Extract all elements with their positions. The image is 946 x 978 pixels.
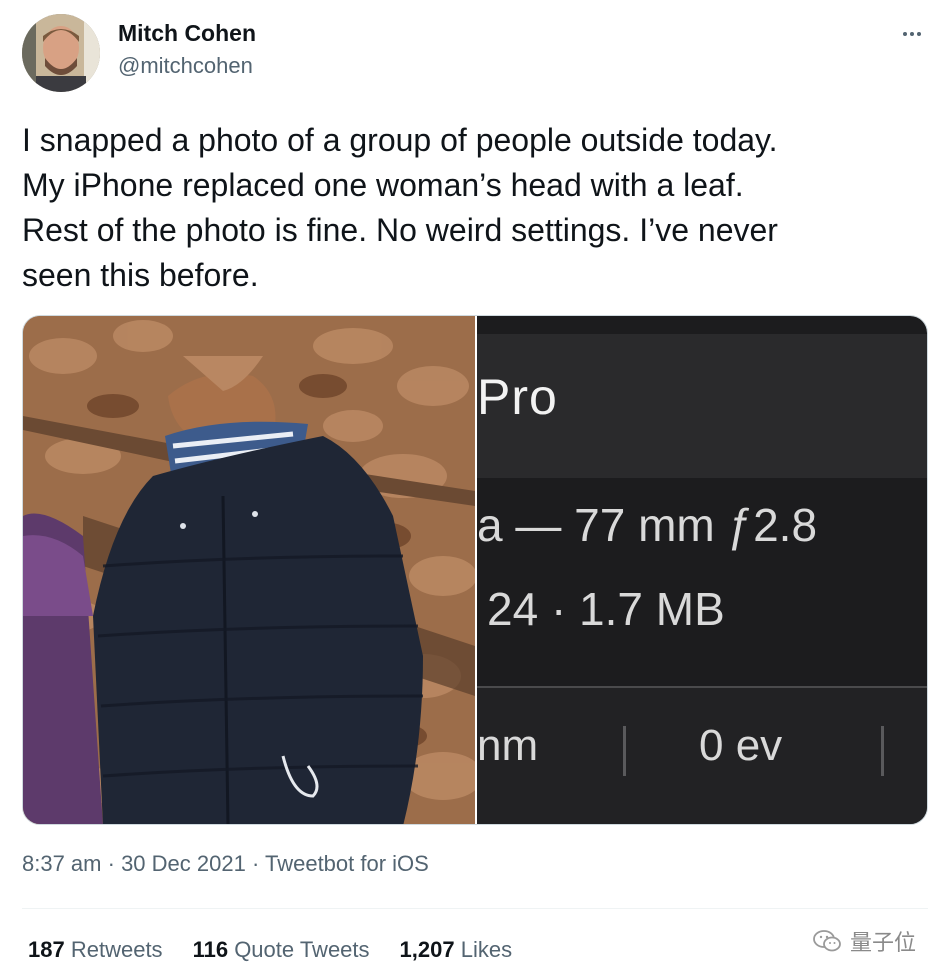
tweet-media[interactable]: Pro a — 77 mm ƒ2.8 24 · 1.7 MB nm 0 ev xyxy=(22,315,928,825)
tweet-text: I snapped a photo of a group of people o… xyxy=(22,122,778,293)
tweet-source-link[interactable]: Tweetbot for iOS xyxy=(265,851,429,876)
tweet-stats: 187 Retweets 116 Quote Tweets 1,207 Like… xyxy=(28,937,512,963)
info-cell-focal: nm xyxy=(477,721,539,770)
meta-separator: · xyxy=(101,851,122,876)
meta-separator: · xyxy=(245,851,265,876)
likes-count: 1,207 xyxy=(399,937,455,962)
info-title: Pro xyxy=(477,369,558,425)
watermark: 量子位 xyxy=(812,925,916,957)
divider xyxy=(22,908,928,909)
photo-people-outdoors[interactable] xyxy=(23,316,475,824)
tweet-date-link[interactable]: 30 Dec 2021 xyxy=(121,851,246,876)
avatar[interactable] xyxy=(22,14,100,92)
more-dot xyxy=(917,32,921,36)
quote-tweets-label: Quote Tweets xyxy=(234,937,370,962)
tweet-time-link[interactable]: 8:37 am xyxy=(22,851,102,876)
photo-illustration xyxy=(23,316,475,824)
likes-label: Likes xyxy=(460,937,513,962)
info-size-line: 24 · 1.7 MB xyxy=(487,583,725,635)
retweets-stat[interactable]: 187 Retweets xyxy=(28,937,163,963)
quote-tweets-stat[interactable]: 116 Quote Tweets xyxy=(193,937,370,963)
info-cell-separator xyxy=(623,726,626,776)
more-options-icon[interactable] xyxy=(898,22,926,46)
info-lens-line: a — 77 mm ƒ2.8 xyxy=(477,499,818,551)
tweet-meta: 8:37 am · 30 Dec 2021 · Tweetbot for iOS xyxy=(22,851,429,877)
author-name[interactable]: Mitch Cohen xyxy=(118,20,256,47)
likes-stat[interactable]: 1,207 Likes xyxy=(400,937,513,963)
author-handle[interactable]: @mitchcohen xyxy=(118,53,253,79)
quote-tweets-count: 116 xyxy=(192,937,229,962)
wechat-icon xyxy=(813,930,841,952)
watermark-text: 量子位 xyxy=(849,930,916,955)
retweets-count: 187 xyxy=(28,937,65,962)
avatar-image xyxy=(22,14,100,92)
info-cell-exposure: 0 ev xyxy=(699,721,783,770)
more-dot xyxy=(903,32,907,36)
retweets-label: Retweets xyxy=(70,937,163,962)
photo-info-screenshot[interactable]: Pro a — 77 mm ƒ2.8 24 · 1.7 MB nm 0 ev xyxy=(477,316,927,824)
info-cell-separator xyxy=(881,726,884,776)
more-dot xyxy=(910,32,914,36)
